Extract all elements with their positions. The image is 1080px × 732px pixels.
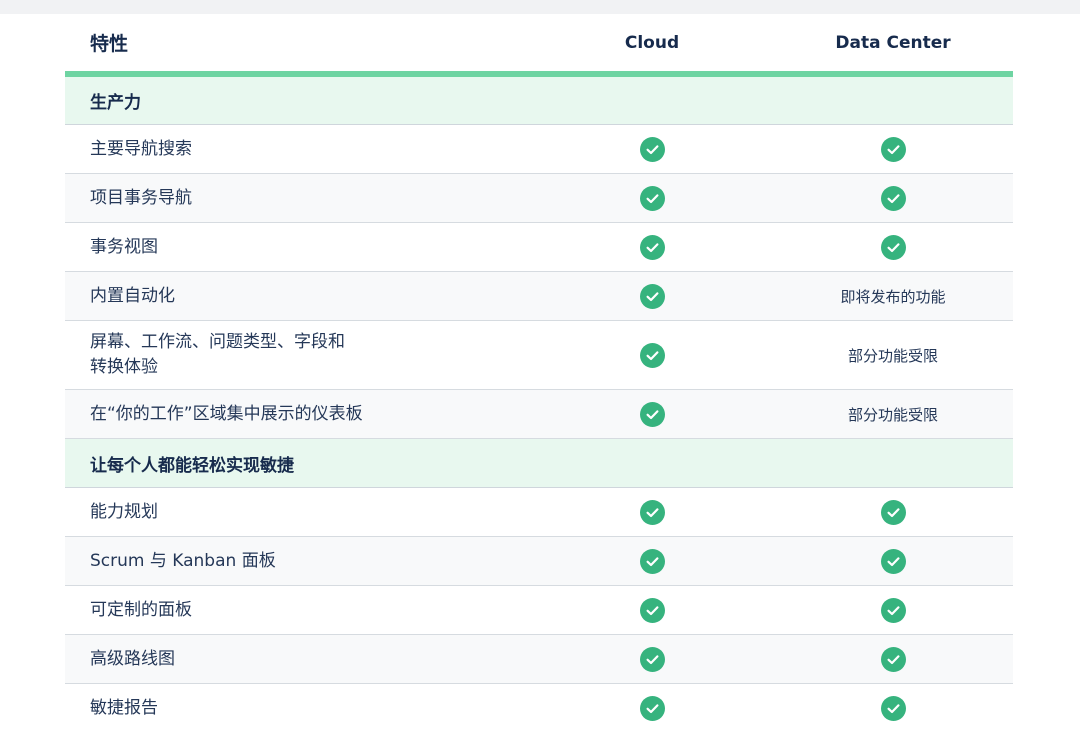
table-row: 可定制的面板 <box>65 586 1013 635</box>
section-header-productivity: 生产力 <box>65 77 1013 125</box>
dc-cell <box>773 499 1013 525</box>
cloud-cell <box>531 136 773 162</box>
dc-cell <box>773 548 1013 574</box>
feature-name: 项目事务导航 <box>90 187 192 208</box>
table-row: 能力规划 <box>65 488 1013 537</box>
check-circle-icon <box>639 548 665 574</box>
table-row: Scrum 与 Kanban 面板 <box>65 537 1013 586</box>
section-title: 生产力 <box>90 93 141 113</box>
check-circle-icon <box>880 185 906 211</box>
header-cloud: Cloud <box>624 32 680 53</box>
cloud-cell <box>531 499 773 525</box>
check-circle-icon <box>880 548 906 574</box>
dc-cell <box>773 136 1013 162</box>
cloud-cell <box>531 646 773 672</box>
table-row: 敏捷报告 <box>65 684 1013 732</box>
feature-name: 主要导航搜索 <box>90 138 192 159</box>
table-row: 项目事务导航 <box>65 174 1013 223</box>
table-row: 主要导航搜索 <box>65 125 1013 174</box>
cloud-cell <box>531 185 773 211</box>
table-row: 在“你的工作”区域集中展示的仪表板 部分功能受限 <box>65 390 1013 439</box>
cloud-cell <box>531 695 773 721</box>
feature-name: 在“你的工作”区域集中展示的仪表板 <box>90 403 363 424</box>
comparison-table: 特性 Cloud Data Center 生产力 主要导航搜索 项目事务导航 事… <box>65 14 1013 732</box>
check-circle-icon <box>639 136 665 162</box>
top-strip <box>0 0 1080 14</box>
header-data-center: Data Center <box>835 32 951 53</box>
check-circle-icon <box>880 695 906 721</box>
cloud-cell <box>531 597 773 623</box>
check-circle-icon <box>880 136 906 162</box>
cloud-cell <box>531 401 773 427</box>
check-circle-icon <box>639 499 665 525</box>
check-circle-icon <box>639 646 665 672</box>
feature-name: 内置自动化 <box>90 285 175 306</box>
dc-cell <box>773 185 1013 211</box>
header-feature: 特性 <box>90 33 129 55</box>
check-circle-icon <box>639 401 665 427</box>
dc-cell-text: 部分功能受限 <box>847 405 938 424</box>
section-title: 让每个人都能轻松实现敏捷 <box>90 455 294 476</box>
check-circle-icon <box>639 234 665 260</box>
check-circle-icon <box>880 597 906 623</box>
feature-line: 转换体验 <box>90 357 158 377</box>
feature-name: 屏幕、工作流、问题类型、字段和 转换体验 <box>65 330 531 380</box>
check-circle-icon <box>639 342 665 368</box>
dc-cell <box>773 646 1013 672</box>
cloud-cell <box>531 342 773 368</box>
check-circle-icon <box>880 234 906 260</box>
feature-name: 事务视图 <box>90 236 158 257</box>
table-row: 内置自动化 即将发布的功能 <box>65 272 1013 321</box>
table-header: 特性 Cloud Data Center <box>65 14 1013 77</box>
cloud-cell <box>531 283 773 309</box>
dc-cell-text: 即将发布的功能 <box>840 287 946 306</box>
feature-name: 高级路线图 <box>90 648 175 669</box>
feature-line: 屏幕、工作流、问题类型、字段和 <box>90 332 345 352</box>
table-row: 高级路线图 <box>65 635 1013 684</box>
dc-cell-text: 部分功能受限 <box>847 346 938 365</box>
feature-name: Scrum 与 Kanban 面板 <box>90 550 276 571</box>
table-row: 屏幕、工作流、问题类型、字段和 转换体验 部分功能受限 <box>65 321 1013 390</box>
dc-cell <box>773 234 1013 260</box>
section-header-agile: 让每个人都能轻松实现敏捷 <box>65 439 1013 488</box>
check-circle-icon <box>639 185 665 211</box>
dc-cell <box>773 597 1013 623</box>
check-circle-icon <box>880 499 906 525</box>
check-circle-icon <box>639 597 665 623</box>
table-row: 事务视图 <box>65 223 1013 272</box>
feature-name: 能力规划 <box>90 501 158 522</box>
check-circle-icon <box>639 695 665 721</box>
check-circle-icon <box>880 646 906 672</box>
feature-name: 可定制的面板 <box>90 599 192 620</box>
cloud-cell <box>531 234 773 260</box>
cloud-cell <box>531 548 773 574</box>
dc-cell <box>773 695 1013 721</box>
feature-name: 敏捷报告 <box>90 697 158 718</box>
check-circle-icon <box>639 283 665 309</box>
